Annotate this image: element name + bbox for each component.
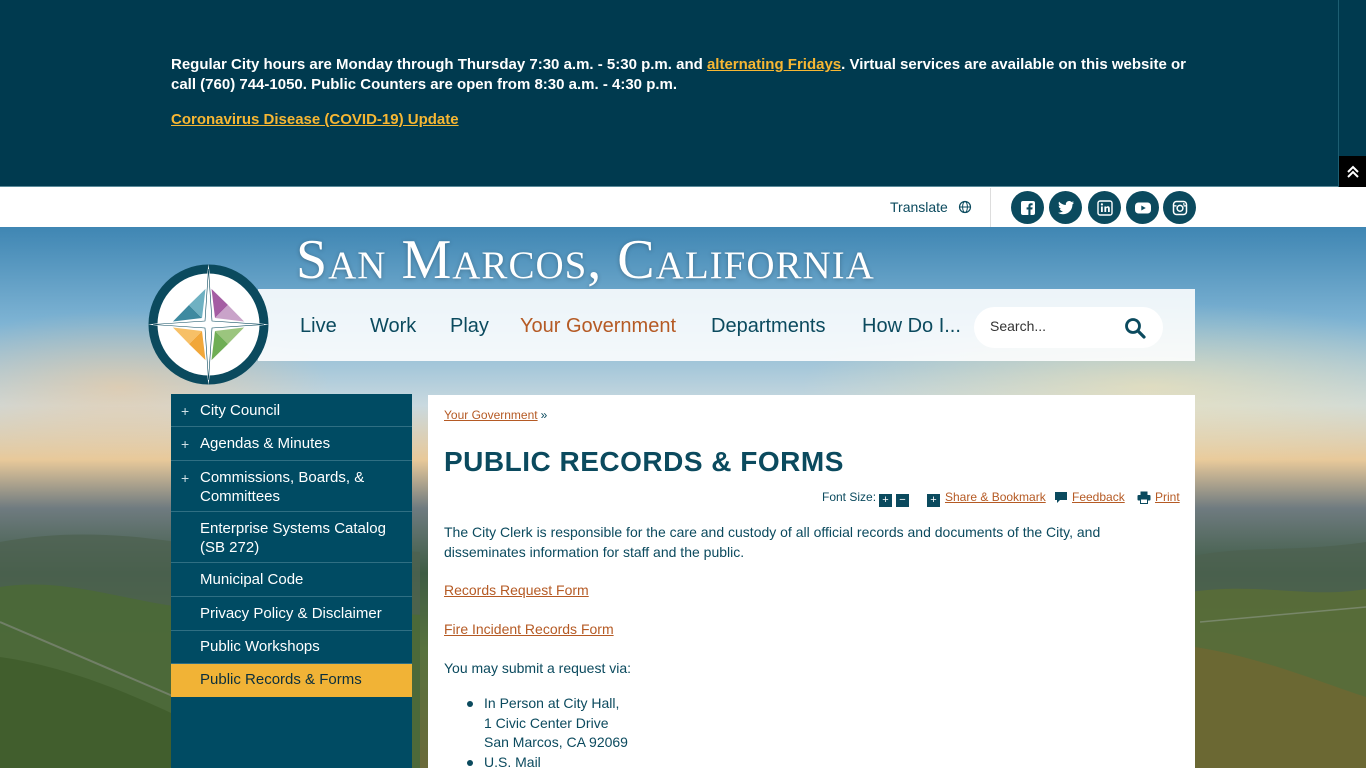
twitter-icon — [1057, 200, 1074, 214]
expand-icon[interactable]: + — [181, 435, 189, 454]
search-icon[interactable] — [1124, 317, 1146, 339]
intro-paragraph: The City Clerk is responsible for the ca… — [444, 524, 1101, 560]
minus-icon: − — [896, 494, 909, 507]
method-in-person: In Person at City Hall, — [484, 695, 620, 711]
list-item: U.S. Mail — [467, 753, 628, 768]
main-nav: Live Work Play Your Government Departmen… — [258, 289, 1195, 361]
share-bookmark-button[interactable]: + — [927, 490, 940, 507]
method-us-mail: U.S. Mail — [484, 753, 541, 768]
sidebar-item-public-workshops[interactable]: Public Workshops — [171, 631, 412, 664]
font-increase-button[interactable]: + — [879, 490, 892, 507]
nav-live[interactable]: Live — [300, 315, 337, 338]
alert-banner: Regular City hours are Monday through Th… — [0, 0, 1366, 187]
main-content: Your Government» PUBLIC RECORDS & FORMS … — [428, 395, 1195, 768]
sidebar-item-label: Privacy Policy & Disclaimer — [200, 605, 382, 622]
nav-play[interactable]: Play — [450, 315, 489, 338]
sidebar-item-city-council[interactable]: + City Council — [171, 394, 412, 427]
translate-button[interactable]: Translate — [890, 199, 948, 215]
plus-icon: + — [879, 494, 892, 507]
nav-how-do-i[interactable]: How Do I... — [862, 315, 961, 338]
sidebar-item-label: Public Workshops — [200, 638, 320, 655]
nav-your-government[interactable]: Your Government — [520, 315, 676, 338]
breadcrumb: Your Government» — [444, 408, 547, 422]
globe-icon[interactable] — [958, 200, 972, 214]
sidebar-item-label: City Council — [200, 402, 281, 419]
request-methods-list: In Person at City Hall, 1 Civic Center D… — [467, 694, 628, 768]
twitter-link[interactable] — [1049, 191, 1082, 224]
method-address-street: 1 Civic Center Drive — [484, 714, 609, 731]
instagram-link[interactable] — [1163, 191, 1196, 224]
feedback-link[interactable]: Feedback — [1072, 490, 1125, 504]
sidebar-nav: + City Council + Agendas & Minutes + Com… — [171, 394, 412, 768]
double-chevron-up-icon — [1346, 165, 1359, 178]
facebook-icon — [1020, 200, 1035, 215]
sidebar-item-label: Municipal Code — [200, 571, 304, 588]
method-address-city: San Marcos, CA 92069 — [484, 734, 628, 750]
city-logo-icon[interactable] — [148, 264, 269, 385]
alternating-fridays-link[interactable]: alternating Fridays — [707, 56, 841, 73]
youtube-icon — [1134, 202, 1151, 213]
youtube-link[interactable] — [1126, 191, 1159, 224]
covid-update-link[interactable]: Coronavirus Disease (COVID-19) Update — [171, 110, 459, 130]
site-title[interactable]: San Marcos, California — [296, 230, 875, 290]
records-request-form-link[interactable]: Records Request Form — [444, 580, 589, 600]
expand-icon[interactable]: + — [181, 469, 189, 488]
sidebar-item-label: Public Records & Forms — [200, 671, 362, 688]
sidebar-item-label: Agendas & Minutes — [200, 435, 331, 452]
sidebar-item-municipal-code[interactable]: Municipal Code — [171, 563, 412, 597]
hero-background: San Marcos, California Live Work Play Yo… — [0, 227, 1366, 768]
sidebar-item-enterprise-systems[interactable]: Enterprise Systems Catalog (SB 272) — [171, 512, 412, 563]
utility-bar: Translate — [0, 188, 1366, 227]
fire-incident-records-link[interactable]: Fire Incident Records Form — [444, 619, 614, 639]
sidebar-item-commissions[interactable]: + Commissions, Boards, & Committees — [171, 461, 412, 512]
sidebar-item-agendas-minutes[interactable]: + Agendas & Minutes — [171, 427, 412, 461]
sidebar-item-privacy-policy[interactable]: Privacy Policy & Disclaimer — [171, 597, 412, 631]
page-title: PUBLIC RECORDS & FORMS — [444, 446, 844, 477]
sidebar-item-public-records[interactable]: Public Records & Forms — [171, 664, 412, 697]
facebook-link[interactable] — [1011, 191, 1044, 224]
nav-departments[interactable]: Departments — [711, 315, 826, 338]
feedback-icon[interactable] — [1054, 491, 1068, 504]
instagram-icon — [1172, 200, 1187, 215]
font-decrease-button[interactable]: − — [896, 490, 909, 507]
linkedin-link[interactable] — [1088, 191, 1121, 224]
breadcrumb-your-government[interactable]: Your Government — [444, 408, 538, 422]
alert-text-part1: Regular City hours are Monday through Th… — [171, 56, 707, 73]
expand-icon[interactable]: + — [181, 402, 189, 421]
breadcrumb-separator: » — [540, 408, 548, 422]
font-size-label: Font Size: — [822, 490, 877, 504]
sidebar-item-label: Enterprise Systems Catalog (SB 272) — [200, 520, 386, 556]
print-link[interactable]: Print — [1155, 490, 1180, 504]
search-box — [974, 307, 1163, 348]
submit-request-intro: You may submit a request via: — [444, 660, 632, 676]
collapse-alert-button[interactable] — [1339, 156, 1366, 187]
share-bookmark-link[interactable]: Share & Bookmark — [945, 490, 1046, 504]
share-plus-icon: + — [927, 494, 940, 507]
utility-divider — [990, 188, 991, 227]
nav-work[interactable]: Work — [370, 315, 416, 338]
print-icon[interactable] — [1137, 491, 1151, 504]
linkedin-icon — [1096, 199, 1113, 216]
search-input[interactable] — [990, 318, 1120, 334]
alert-message: Regular City hours are Monday through Th… — [171, 55, 1191, 130]
sidebar-item-label: Commissions, Boards, & Committees — [200, 469, 365, 505]
list-item: In Person at City Hall, 1 Civic Center D… — [467, 694, 628, 753]
